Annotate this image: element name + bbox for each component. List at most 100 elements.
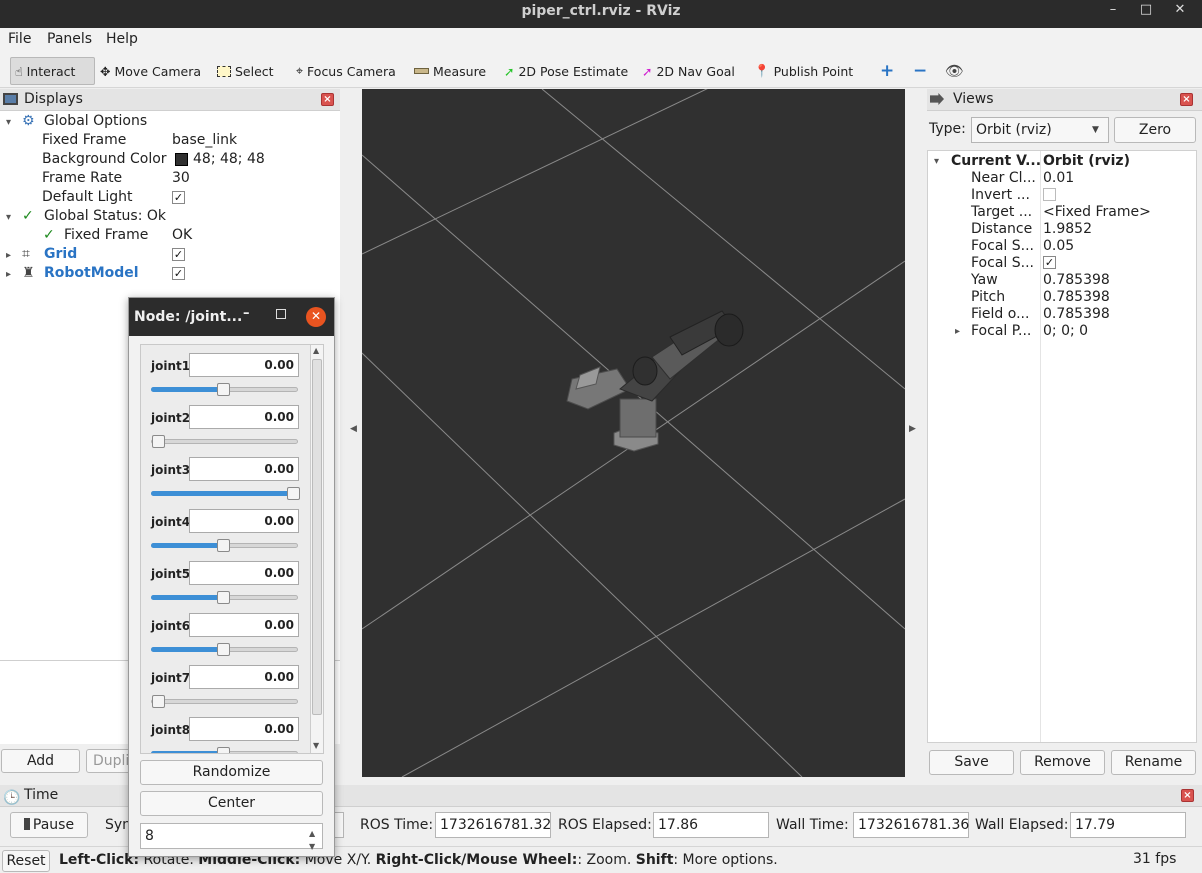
joint-slider[interactable] [151, 643, 298, 656]
yaw-value[interactable]: 0.785398 [1043, 272, 1110, 289]
zero-button[interactable]: Zero [1114, 117, 1196, 143]
joint-value-field[interactable]: 0.00 [189, 457, 299, 481]
global-status-label[interactable]: Global Status: Ok [44, 207, 166, 226]
pause-button[interactable]: Pause [10, 812, 88, 838]
slider-handle[interactable] [217, 591, 230, 604]
slider-handle[interactable] [152, 695, 165, 708]
fov-value[interactable]: 0.785398 [1043, 306, 1110, 323]
grid-expand-arrow-icon[interactable]: ▸ [6, 245, 11, 264]
slider-handle[interactable] [152, 435, 165, 448]
invert-checkbox[interactable] [1043, 188, 1056, 201]
joint-value-field[interactable]: 0.00 [189, 561, 299, 585]
slider-handle[interactable] [217, 747, 230, 753]
joint-value-field[interactable]: 0.00 [189, 717, 299, 741]
publish-point-tool-button[interactable]: 📍 Publish Point [750, 57, 857, 85]
type-select[interactable]: Orbit (rviz) ▼ [971, 117, 1109, 143]
measure-tool-button[interactable]: Measure [410, 57, 490, 85]
joint-count-spinbox[interactable]: 8 ▲ ▼ [140, 823, 323, 851]
near-clip-value[interactable]: 0.01 [1043, 170, 1074, 187]
spin-down-icon[interactable]: ▼ [309, 835, 315, 859]
joint-slider[interactable] [151, 435, 298, 448]
slider-handle[interactable] [217, 539, 230, 552]
grid-display-label[interactable]: Grid [44, 245, 77, 264]
current-view-value[interactable]: Orbit (rviz) [1043, 153, 1130, 170]
default-light-checkbox[interactable]: ✓ [172, 191, 185, 204]
move-camera-tool-button[interactable]: ✥ Move Camera [96, 57, 205, 85]
expand-arrow-icon[interactable]: ▾ [6, 112, 11, 131]
robot-model-label[interactable]: RobotModel [44, 264, 139, 283]
slider-handle[interactable] [217, 643, 230, 656]
joint-value-field[interactable]: 0.00 [189, 613, 299, 637]
joint-slider[interactable] [151, 747, 298, 753]
menu-file[interactable]: File [8, 31, 31, 49]
color-swatch[interactable] [175, 153, 188, 166]
scroll-down-icon[interactable]: ▼ [313, 741, 319, 750]
robot-expand-arrow-icon[interactable]: ▸ [6, 264, 11, 283]
interact-tool-button[interactable]: ☝ Interact [10, 57, 95, 85]
joint-slider[interactable] [151, 539, 298, 552]
status-expand-arrow-icon[interactable]: ▾ [6, 207, 11, 226]
close-panel-icon[interactable]: × [321, 93, 334, 106]
render-viewport[interactable] [362, 89, 905, 777]
minimize-button[interactable]: – [1097, 0, 1129, 22]
focal-point-arrow-icon[interactable]: ▸ [955, 323, 960, 340]
background-color-value[interactable]: 48; 48; 48 [193, 150, 265, 169]
eye-icon[interactable]: 👁 [941, 57, 968, 85]
focal-size-value[interactable]: 0.05 [1043, 238, 1074, 255]
scroll-thumb[interactable] [312, 359, 322, 715]
nav-goal-tool-button[interactable]: ➚ 2D Nav Goal [638, 57, 739, 85]
slider-handle[interactable] [217, 383, 230, 396]
focal-shape-checkbox[interactable]: ✓ [1043, 256, 1056, 269]
frame-rate-value[interactable]: 30 [172, 169, 190, 188]
wall-time-field[interactable]: 1732616781.36 [853, 812, 969, 838]
distance-value[interactable]: 1.9852 [1043, 221, 1092, 238]
save-view-button[interactable]: Save [929, 750, 1014, 775]
collapse-left-icon[interactable]: ◀ [350, 424, 357, 434]
collapse-right-icon[interactable]: ▶ [909, 424, 916, 434]
remove-tool-icon[interactable]: − [909, 57, 931, 85]
wall-elapsed-field[interactable]: 17.79 [1070, 812, 1186, 838]
scrollbar[interactable]: ▲ ▼ [310, 345, 323, 753]
global-options-label[interactable]: Global Options [44, 112, 147, 131]
add-tool-icon[interactable]: + [876, 57, 898, 85]
joint-value-field[interactable]: 0.00 [189, 405, 299, 429]
node-close-icon[interactable]: ✕ [306, 307, 326, 327]
pose-estimate-tool-button[interactable]: ➚ 2D Pose Estimate [500, 57, 632, 85]
joint-value-field[interactable]: 0.00 [189, 665, 299, 689]
menu-help[interactable]: Help [106, 31, 138, 49]
joint-name-label: joint1 [151, 359, 191, 373]
ros-time-field[interactable]: 1732616781.32 [435, 812, 551, 838]
close-time-icon[interactable]: × [1181, 789, 1194, 802]
menu-panels[interactable]: Panels [47, 31, 92, 49]
joint-value-field[interactable]: 0.00 [189, 353, 299, 377]
joint-slider[interactable] [151, 383, 298, 396]
fixed-frame-value[interactable]: base_link [172, 131, 237, 150]
current-view-arrow-icon[interactable]: ▾ [934, 153, 939, 170]
ros-elapsed-field[interactable]: 17.86 [653, 812, 769, 838]
close-window-button[interactable]: ✕ [1164, 0, 1196, 22]
target-value[interactable]: <Fixed Frame> [1043, 204, 1151, 221]
rename-view-button[interactable]: Rename [1111, 750, 1196, 775]
joint-slider[interactable] [151, 695, 298, 708]
scroll-up-icon[interactable]: ▲ [313, 346, 319, 355]
joint-scroll-area[interactable]: joint1 0.00 joint2 0.00 joint3 0.00 joint4 0.00… [140, 344, 324, 754]
add-button[interactable]: Add [1, 749, 80, 773]
node-minimize-icon[interactable]: – [243, 306, 250, 321]
joint-value-field[interactable]: 0.00 [189, 509, 299, 533]
grid-checkbox[interactable]: ✓ [172, 248, 185, 261]
pitch-value[interactable]: 0.785398 [1043, 289, 1110, 306]
slider-handle[interactable] [287, 487, 300, 500]
randomize-button[interactable]: Randomize [140, 760, 323, 785]
focus-camera-tool-button[interactable]: ⌖ Focus Camera [292, 57, 400, 85]
select-tool-button[interactable]: Select [213, 57, 278, 85]
focal-point-value[interactable]: 0; 0; 0 [1043, 323, 1088, 340]
reset-button[interactable]: Reset [2, 850, 50, 872]
remove-view-button[interactable]: Remove [1020, 750, 1105, 775]
joint-slider[interactable] [151, 487, 300, 500]
maximize-button[interactable]: □ [1130, 0, 1162, 22]
joint-slider[interactable] [151, 591, 298, 604]
robot-model-checkbox[interactable]: ✓ [172, 267, 185, 280]
node-maximize-icon[interactable] [276, 309, 286, 319]
center-button[interactable]: Center [140, 791, 323, 816]
close-views-icon[interactable]: × [1180, 93, 1193, 106]
